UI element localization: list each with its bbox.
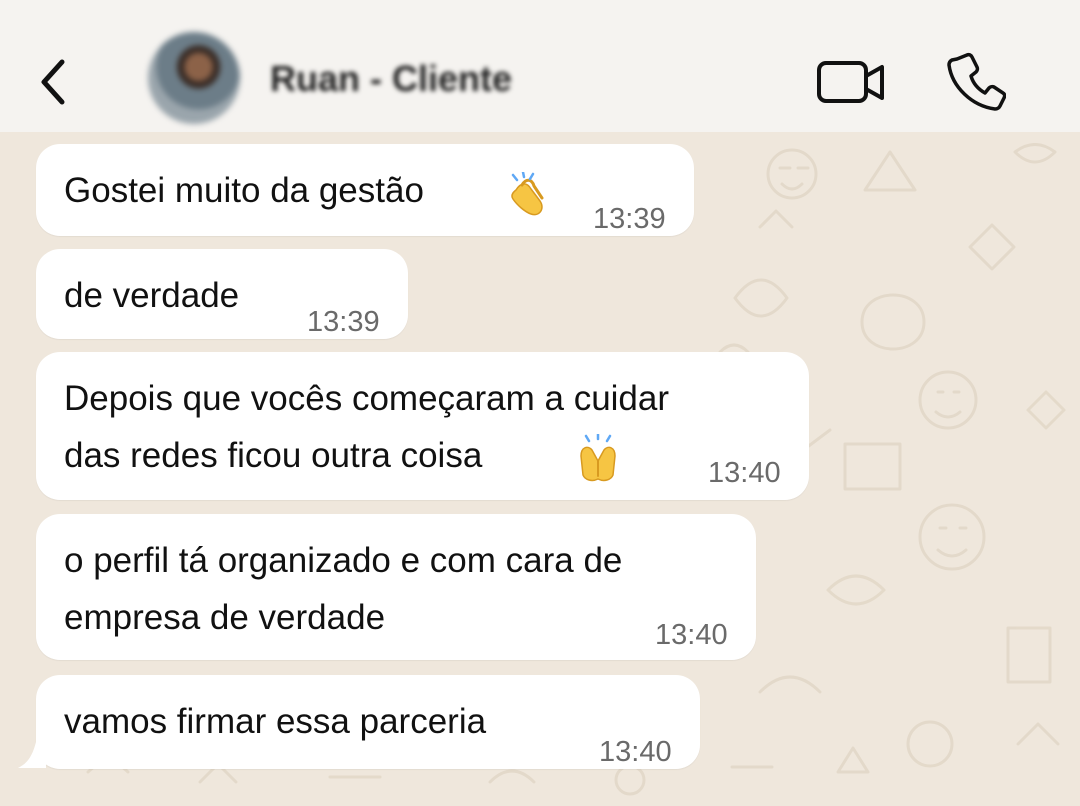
chat-header: Ruan - Cliente	[0, 0, 1080, 132]
message-text-line-2: das redes ficou outra coisa	[64, 436, 483, 475]
message-bubble[interactable]: vamos firmar essa parceria 13:40	[36, 675, 700, 769]
message-time: 13:39	[593, 203, 666, 235]
raising-hands-emoji-icon	[580, 434, 616, 482]
message-text-line-1: o perfil tá organizado e com cara de	[64, 541, 623, 580]
video-camera-icon	[817, 61, 884, 103]
chevron-left-icon	[41, 59, 65, 105]
message-text: Gostei muito da gestão	[64, 171, 424, 210]
chat-messages-area: Gostei muito da gestão 13:39 de verdade …	[0, 132, 1080, 806]
message-time: 13:40	[655, 619, 728, 651]
back-button[interactable]	[30, 48, 78, 116]
message-time: 13:40	[708, 457, 781, 489]
message-text: vamos firmar essa parceria	[64, 702, 487, 741]
message-bubble[interactable]: Depois que vocês começaram a cuidar das …	[36, 352, 809, 500]
message-tail	[18, 742, 46, 768]
phone-icon	[947, 52, 1007, 111]
voice-call-button[interactable]	[942, 48, 1007, 112]
message-bubble[interactable]: Gostei muito da gestão 13:39	[36, 144, 694, 236]
message-bubble[interactable]: de verdade 13:39	[36, 249, 408, 339]
message-bubble[interactable]: o perfil tá organizado e com cara de emp…	[36, 514, 756, 660]
contact-name[interactable]: Ruan - Cliente	[270, 58, 512, 100]
video-call-button[interactable]	[812, 52, 890, 108]
clapping-hands-emoji-icon	[511, 172, 544, 216]
message-time: 13:39	[307, 306, 380, 338]
message-text-line-1: Depois que vocês começaram a cuidar	[64, 379, 670, 418]
contact-avatar[interactable]	[148, 32, 240, 124]
message-text-line-2: empresa de verdade	[64, 598, 386, 637]
message-text: de verdade	[64, 276, 240, 315]
message-time: 13:40	[599, 736, 672, 768]
